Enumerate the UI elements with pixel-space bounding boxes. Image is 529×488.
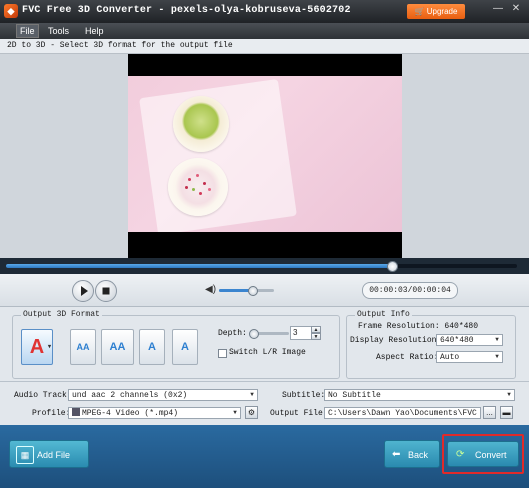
progress-fill <box>6 264 392 268</box>
aspect-ratio-value: Auto <box>440 353 460 362</box>
chevron-down-icon: ▼ <box>495 336 499 343</box>
film-plus-icon: ▦ <box>16 446 34 464</box>
folder-icon: ▬ <box>502 408 511 417</box>
output-file-field[interactable]: C:\Users\Dawn Yao\Documents\FVC Stu <box>324 407 481 419</box>
video-frame <box>128 76 402 232</box>
browse-button[interactable]: ... <box>483 406 496 419</box>
subtitle-label: Subtitle: <box>282 391 326 400</box>
convert-highlight: ⟳ Convert <box>442 434 524 474</box>
frame-resolution-text: Frame Resolution: 640*480 <box>358 322 479 331</box>
bottom-bar: ▦ Add File ⬅ Back ⟳ Convert <box>0 425 529 488</box>
close-icon[interactable]: ✕ <box>510 3 522 15</box>
preview-area <box>0 54 529 258</box>
audio-track-label: Audio Track: <box>14 391 72 400</box>
chevron-down-icon: ▼ <box>233 409 237 416</box>
upgrade-label: Upgrade <box>426 7 458 16</box>
hint-bar: 2D to 3D - Select 3D format for the outp… <box>0 39 529 54</box>
anaglyph-icon: A <box>29 336 45 358</box>
chevron-down-icon[interactable]: ▾ <box>48 330 51 364</box>
subtitle-value: No Subtitle <box>328 391 381 400</box>
settings-panel: Output 3D Format A ▾ AA AA A A Depth: 3 ▲… <box>0 307 529 381</box>
menu-bar: File Tools Help <box>0 23 529 39</box>
progress-handle[interactable] <box>386 261 398 272</box>
format-side-by-side-half-button[interactable]: AA <box>70 329 96 365</box>
aspect-ratio-label: Aspect Ratio: <box>376 353 439 362</box>
menu-help[interactable]: Help <box>82 25 107 37</box>
top-bottom-half-icon: A <box>148 341 156 353</box>
profile-select[interactable]: MPEG-4 Video (*.mp4) ▼ <box>68 407 241 419</box>
convert-button[interactable]: ⟳ Convert <box>447 441 519 467</box>
play-icon <box>81 286 88 296</box>
profile-value: MPEG-4 Video (*.mp4) <box>82 409 179 418</box>
display-resolution-value: 640*480 <box>440 336 474 345</box>
volume-handle[interactable] <box>248 286 258 296</box>
audio-track-select[interactable]: und aac 2 channels (0x2) ▼ <box>68 389 258 401</box>
convert-label: Convert <box>475 450 507 460</box>
depth-slider-handle[interactable] <box>249 329 259 339</box>
window-title: FVC Free 3D Converter - pexels-olya-kobr… <box>22 5 351 16</box>
back-button[interactable]: ⬅ Back <box>384 440 440 468</box>
format-top-bottom-full-button[interactable]: A <box>172 329 198 365</box>
stop-icon <box>102 287 110 295</box>
hint-text: 2D to 3D - Select 3D format for the outp… <box>7 41 233 50</box>
chevron-down-icon: ▼ <box>250 391 254 398</box>
output-3d-format-label: Output 3D Format <box>21 310 102 319</box>
back-label: Back <box>408 450 429 460</box>
cart-icon: 🛒 <box>414 7 427 16</box>
profile-settings-button[interactable]: ⚙ <box>245 406 258 419</box>
switch-lr-label: Switch L/R Image <box>229 348 306 357</box>
stop-button[interactable] <box>95 280 117 302</box>
depth-up-icon[interactable]: ▲ <box>311 326 321 333</box>
upgrade-button[interactable]: 🛒 Upgrade <box>407 4 465 19</box>
switch-lr-checkbox[interactable] <box>218 349 227 358</box>
format-anaglyph-button[interactable]: A ▾ <box>21 329 53 365</box>
top-bottom-full-icon: A <box>181 341 189 353</box>
side-by-side-full-icon: AA <box>109 341 126 353</box>
depth-slider[interactable] <box>249 329 289 339</box>
cookie-bottom <box>168 158 228 216</box>
aspect-ratio-select[interactable]: Auto ▼ <box>436 351 503 363</box>
side-by-side-half-icon: AA <box>76 342 90 352</box>
open-folder-button[interactable]: ▬ <box>500 406 513 419</box>
format-top-bottom-half-button[interactable]: A <box>139 329 165 365</box>
output-file-label: Output File: <box>270 409 328 418</box>
chevron-down-icon: ▼ <box>495 353 499 360</box>
audio-track-value: und aac 2 channels (0x2) <box>72 391 188 400</box>
track-panel: Audio Track: und aac 2 channels (0x2) ▼ … <box>0 381 529 426</box>
depth-label: Depth: <box>218 329 247 338</box>
chevron-down-icon: ▼ <box>507 391 511 398</box>
volume-slider[interactable] <box>219 286 274 296</box>
volume-icon[interactable]: ◀) <box>205 284 219 296</box>
time-display: 00:00:03/00:00:04 <box>362 282 458 299</box>
convert-arrows-icon: ⟳ <box>456 449 465 460</box>
profile-label: Profile: <box>32 409 71 418</box>
playback-controls: ◀) 00:00:03/00:00:04 <box>0 274 529 307</box>
play-button[interactable] <box>72 280 94 302</box>
depth-value-field[interactable]: 3 <box>290 326 312 340</box>
output-info-label: Output Info <box>355 310 412 319</box>
minimize-icon[interactable]: — <box>492 3 504 15</box>
menu-file[interactable]: File <box>16 24 39 38</box>
video-preview <box>128 54 402 258</box>
title-bar: ◆ FVC Free 3D Converter - pexels-olya-ko… <box>0 0 529 23</box>
app-logo-icon: ◆ <box>4 4 18 18</box>
progress-bar[interactable] <box>0 258 529 274</box>
display-resolution-select[interactable]: 640*480 ▼ <box>436 334 503 346</box>
menu-tools[interactable]: Tools <box>45 25 72 37</box>
display-resolution-label: Display Resolution: <box>350 336 442 345</box>
add-file-button[interactable]: ▦ Add File <box>9 440 89 468</box>
add-file-label: Add File <box>37 450 71 460</box>
subtitle-select[interactable]: No Subtitle ▼ <box>324 389 515 401</box>
gear-icon: ⚙ <box>247 408 256 417</box>
progress-track[interactable] <box>6 261 517 272</box>
arrow-left-icon: ⬅ <box>392 449 401 460</box>
cookie-top <box>173 96 229 152</box>
format-side-by-side-full-button[interactable]: AA <box>101 329 134 365</box>
video-format-icon <box>72 408 80 416</box>
depth-down-icon[interactable]: ▼ <box>311 333 321 340</box>
